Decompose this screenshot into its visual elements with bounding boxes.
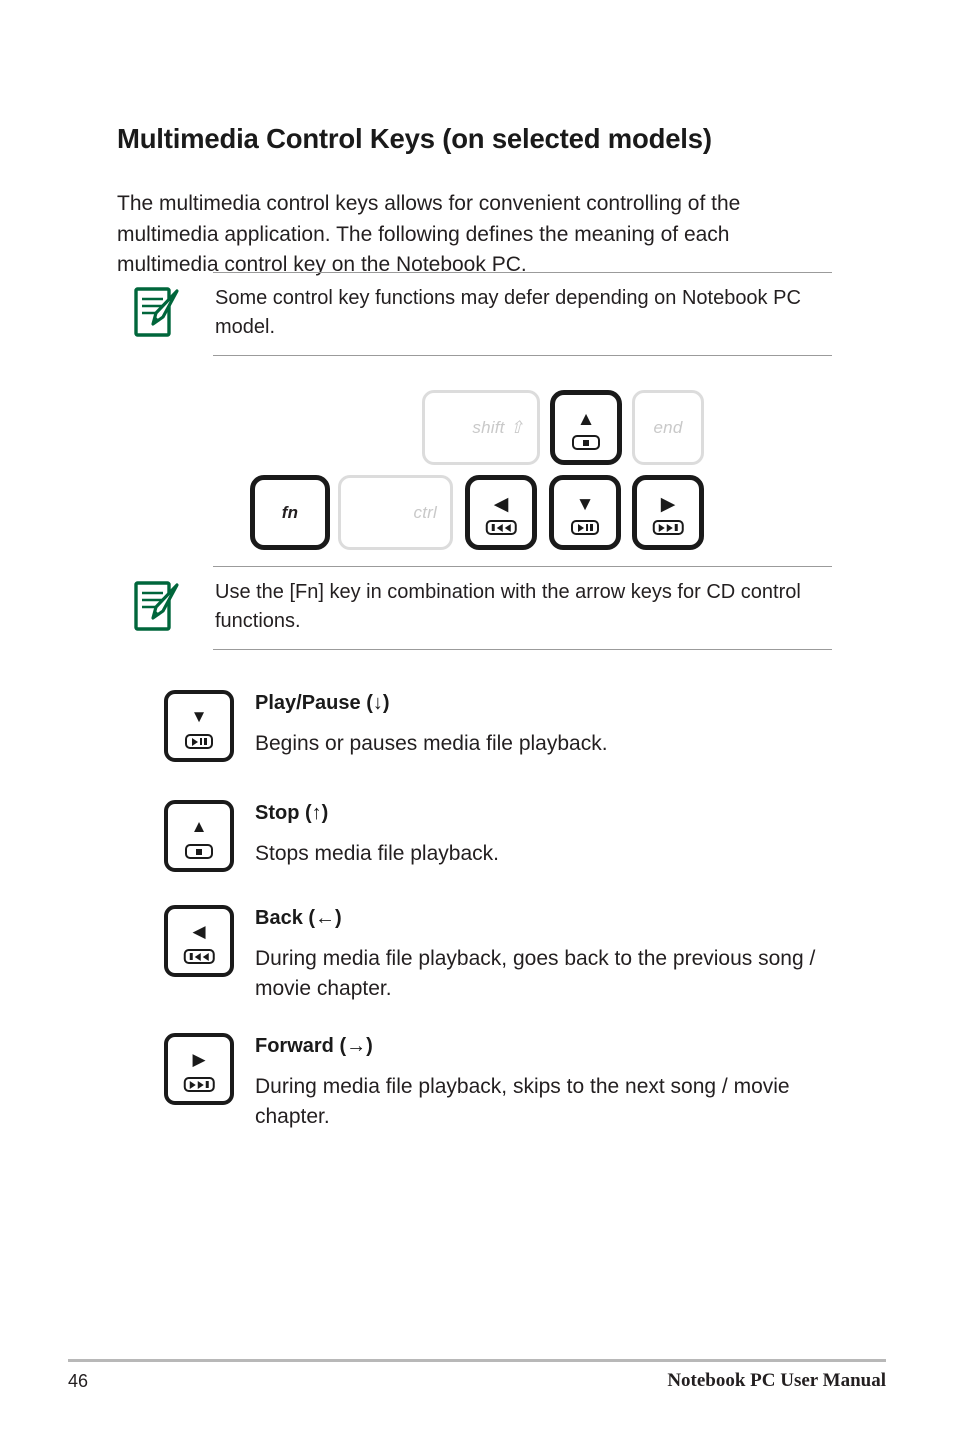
entry-text: Forward (→) During media file playback, … [255,1033,877,1132]
entry-title-symbol: (↑) [305,802,329,824]
keyboard-diagram: shift ⇧ ▲ end fn ctrl ◀ ▼ ▶ [0,385,954,550]
key-shift[interactable]: shift ⇧ [422,390,540,465]
play-pause-media-icon [185,734,213,749]
back-media-icon [183,949,215,964]
entry-description: Stops media file playback. [255,842,499,865]
entry-key-icon-back: ◀ [164,905,234,977]
footer-divider [68,1359,886,1362]
stop-media-icon [185,844,213,859]
key-description-back: ◀ Back (←) During media file playback, g… [117,905,877,1004]
key-ctrl-label: ctrl [413,502,437,522]
back-media-icon [485,520,517,535]
key-stop[interactable]: ▲ [550,390,622,465]
entry-title-label: Play/Pause [255,692,361,714]
right-arrow-icon: ▶ [660,494,676,515]
entry-title-label: Back [255,907,303,929]
stop-media-icon [572,435,600,450]
key-end-label: end [653,417,683,437]
up-arrow-icon: ▲ [576,409,596,430]
key-description-stop: ▲ Stop (↑) Stops media file playback. [117,800,877,872]
key-fn[interactable]: fn [250,475,330,550]
key-end[interactable]: end [632,390,704,465]
entry-description: During media file playback, skips to the… [255,1075,790,1128]
entry-title-label: Stop [255,802,300,824]
footer-page-number: 46 [68,1371,89,1391]
entry-title-symbol: (↓) [366,692,390,714]
note-box-1: Some control key functions may defer dep… [117,272,832,356]
key-description-play-pause: ▼ Play/Pause (↓) Begins or pauses media … [117,690,877,762]
entry-title: Forward (→) [255,1033,877,1059]
entry-key-icon-forward: ▶ [164,1033,234,1105]
left-arrow-icon: ◀ [192,922,206,941]
note-body: Some control key functions may defer dep… [213,272,832,356]
key-description-forward: ▶ Forward (→) During media file playback… [117,1033,877,1132]
page-title: Multimedia Control Keys (on selected mod… [117,123,712,155]
note-pencil-icon [133,286,181,338]
entry-key-icon-stop: ▲ [164,800,234,872]
entry-title: Stop (↑) [255,800,877,826]
entry-text: Play/Pause (↓) Begins or pauses media fi… [255,690,877,759]
entry-text: Stop (↑) Stops media file playback. [255,800,877,869]
key-shift-label: shift ⇧ [472,417,524,437]
down-arrow-icon: ▼ [575,494,595,515]
forward-media-icon [183,1077,215,1092]
entry-title-symbol: (→) [339,1035,373,1057]
key-fn-label: fn [281,502,299,522]
note-box-2: Use the [Fn] key in combination with the… [117,566,832,650]
entry-title-symbol: (←) [308,907,342,929]
entry-key-icon-play-pause: ▼ [164,690,234,762]
key-forward[interactable]: ▶ [632,475,704,550]
key-play-pause[interactable]: ▼ [549,475,621,550]
entry-title: Play/Pause (↓) [255,690,877,716]
note-pencil-icon [133,580,181,632]
entry-text: Back (←) During media file playback, goe… [255,905,877,1004]
entry-title: Back (←) [255,905,877,931]
key-back[interactable]: ◀ [465,475,537,550]
entry-description: During media file playback, goes back to… [255,947,816,1000]
up-arrow-icon: ▲ [190,817,208,836]
right-arrow-icon: ▶ [192,1050,206,1069]
key-ctrl[interactable]: ctrl [338,475,453,550]
entry-description: Begins or pauses media file playback. [255,732,608,755]
down-arrow-icon: ▼ [190,707,208,726]
note-body: Use the [Fn] key in combination with the… [213,566,832,650]
forward-media-icon [652,520,684,535]
entry-title-label: Forward [255,1035,334,1057]
footer-manual-title: Notebook PC User Manual [667,1370,886,1391]
left-arrow-icon: ◀ [493,494,509,515]
note-text: Some control key functions may defer dep… [215,287,801,338]
intro-paragraph: The multimedia control keys allows for c… [117,192,741,276]
manual-page: Multimedia Control Keys (on selected mod… [0,0,954,1438]
note-text: Use the [Fn] key in combination with the… [215,581,801,632]
play-pause-media-icon [571,520,599,535]
shift-arrow-icon: ⇧ [509,417,524,437]
